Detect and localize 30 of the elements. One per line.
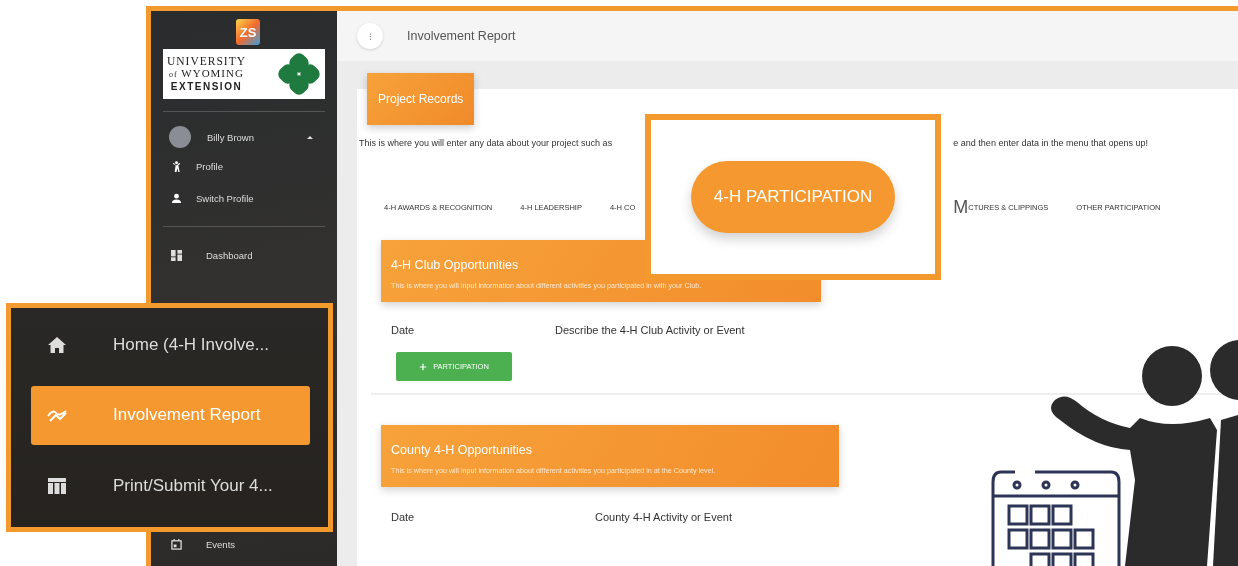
- avatar: [169, 126, 191, 148]
- calendar-icon: [171, 538, 182, 550]
- sidebar-item[interactable]: Dashboard: [163, 239, 325, 271]
- sidebar-item[interactable]: Events: [163, 534, 325, 554]
- description-text: This is where you will enter any data about your project such as: [359, 138, 613, 148]
- page-title: Involvement Report: [407, 29, 516, 43]
- section-title: 4-H Club Opportunities: [391, 258, 520, 272]
- institution-logo: UNIVERSITY of WYOMING EXTENSION: [163, 49, 325, 99]
- tab[interactable]: M: [953, 196, 969, 218]
- account-icon: [171, 192, 182, 204]
- menu-item[interactable]: Print/Submit Your 4...: [31, 456, 310, 515]
- sidebar-item[interactable]: Profile: [163, 150, 325, 182]
- section-title: County 4-H Opportunities: [391, 443, 534, 457]
- column-header: Date: [391, 324, 416, 336]
- table-icon: [47, 475, 67, 496]
- sidebar-item[interactable]: Switch Profile: [163, 182, 325, 214]
- clover-icon: [277, 52, 321, 96]
- description-text: e and then enter data in the menu that opens up!: [953, 138, 1148, 148]
- menu-item[interactable]: Home (4-H Involve...: [31, 316, 310, 375]
- column-header: Describe the 4-H Club Activity or Event: [555, 324, 746, 336]
- app-logo: ZS: [236, 19, 260, 45]
- dashboard-icon: [171, 249, 182, 261]
- home-icon: [47, 335, 67, 356]
- column-header: Date: [391, 511, 416, 523]
- column-header: County 4-H Activity or Event: [595, 511, 733, 523]
- user-name[interactable]: Billy Brown: [207, 131, 307, 143]
- caret-icon[interactable]: [307, 135, 313, 139]
- card-header: Project Records: [367, 73, 475, 125]
- plus-icon: [419, 362, 428, 371]
- person-icon: [171, 160, 182, 172]
